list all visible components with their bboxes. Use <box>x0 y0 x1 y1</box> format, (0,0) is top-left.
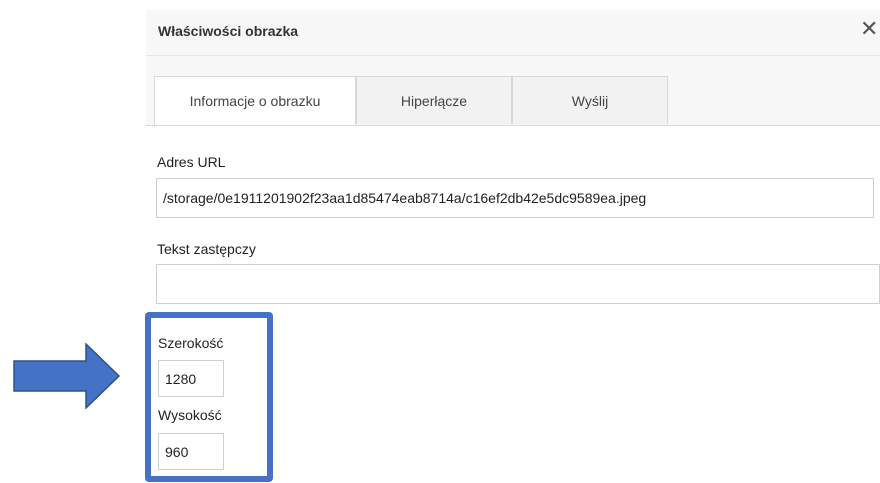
url-label: Adres URL <box>157 154 226 170</box>
alt-text-label: Tekst zastępczy <box>157 241 256 257</box>
url-input[interactable]: /storage/0e1911201902f23aa1d85474eab8714… <box>156 178 874 218</box>
tab-bar: Informacje o obrazku Hiperłącze Wyślij <box>146 56 880 126</box>
tab-image-info[interactable]: Informacje o obrazku <box>154 76 356 125</box>
height-input[interactable]: 960 <box>158 433 224 470</box>
right-arrow-icon <box>13 343 121 409</box>
height-label: Wysokość <box>158 407 222 423</box>
dialog-title: Właściwości obrazka <box>158 23 299 39</box>
width-input[interactable]: 1280 <box>158 360 224 397</box>
tab-upload[interactable]: Wyślij <box>512 76 668 124</box>
dialog-header: Właściwości obrazka ✕ <box>146 10 880 56</box>
close-icon[interactable]: ✕ <box>860 18 878 40</box>
width-label: Szerokość <box>158 335 224 351</box>
tab-hyperlink[interactable]: Hiperłącze <box>356 76 512 124</box>
alt-text-input[interactable] <box>156 264 880 304</box>
